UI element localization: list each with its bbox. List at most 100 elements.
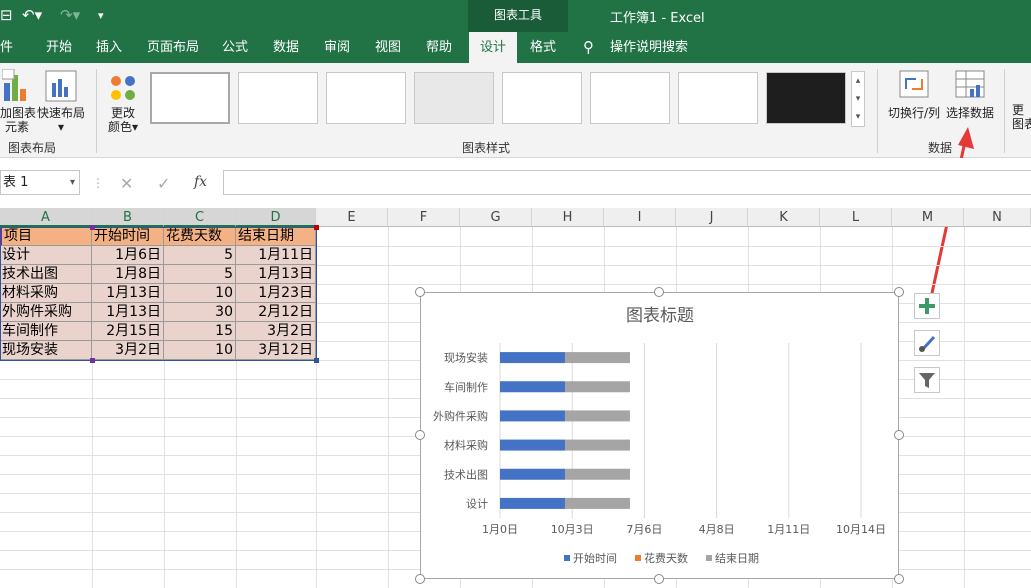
tab-page-layout[interactable]: 页面布局 (147, 32, 199, 63)
table-cell[interactable]: 1月13日 (236, 265, 316, 284)
tab-formulas[interactable]: 公式 (222, 32, 248, 63)
tab-help[interactable]: 帮助 (426, 32, 452, 63)
resize-handle[interactable] (415, 287, 425, 297)
table-header-cell[interactable]: 花费天数 (164, 227, 236, 246)
table-header-cell[interactable]: 结束日期 (236, 227, 316, 246)
tab-view[interactable]: 视图 (375, 32, 401, 63)
chart-legend[interactable]: 开始时间 花费天数 结束日期 (564, 551, 759, 565)
table-cell[interactable]: 30 (164, 303, 236, 322)
chart-style-3[interactable] (326, 72, 406, 124)
column-header-h[interactable]: H (532, 208, 604, 227)
range-handle[interactable] (314, 358, 319, 363)
chart-style-8[interactable] (766, 72, 846, 124)
tab-home[interactable]: 开始 (46, 32, 72, 63)
chart-filters-button[interactable] (914, 367, 940, 393)
tab-insert[interactable]: 插入 (96, 32, 122, 63)
chart-styles-button[interactable] (914, 330, 940, 356)
column-header-n[interactable]: N (964, 208, 1031, 227)
table-cell[interactable]: 1月13日 (92, 284, 164, 303)
insert-function-icon[interactable]: fx (194, 174, 207, 190)
chart-bar[interactable] (564, 410, 630, 422)
table-cell[interactable]: 1月23日 (236, 284, 316, 303)
table-header-cell[interactable]: 项目 (0, 227, 92, 246)
table-cell[interactable]: 1月8日 (92, 265, 164, 284)
column-header-c[interactable]: C (164, 208, 236, 227)
chart-bar[interactable] (500, 497, 565, 509)
resize-handle[interactable] (415, 574, 425, 584)
table-cell[interactable]: 技术出图 (0, 265, 92, 284)
range-handle[interactable] (90, 225, 95, 230)
undo-icon[interactable]: ↶▾ (22, 6, 42, 24)
chart-bar[interactable] (564, 352, 630, 364)
add-chart-element-button[interactable]: 加图表 元素 (0, 68, 36, 134)
tab-file[interactable]: 件 (0, 32, 13, 63)
tab-data[interactable]: 数据 (273, 32, 299, 63)
table-cell[interactable]: 5 (164, 246, 236, 265)
tab-review[interactable]: 审阅 (324, 32, 350, 63)
chart-title[interactable]: 图表标题 (626, 306, 694, 326)
tell-me-search[interactable]: 操作说明搜索 (610, 32, 688, 63)
chart-style-1[interactable] (150, 72, 230, 124)
chart-style-7[interactable] (678, 72, 758, 124)
column-header-l[interactable]: L (820, 208, 892, 227)
table-cell[interactable]: 10 (164, 284, 236, 303)
chart-bar[interactable] (500, 352, 565, 364)
chart-style-6[interactable] (590, 72, 670, 124)
quick-layout-button[interactable]: 快速布局 ▾ (36, 69, 86, 134)
chart-area[interactable]: 图表标题 设计 技术出图 材料采购 外购件采购 车间制作 现场安装 1月0日 10月3日 7月… (420, 292, 899, 579)
enter-icon[interactable]: ✓ (157, 174, 170, 193)
resize-handle[interactable] (415, 430, 425, 440)
column-header-d[interactable]: D (236, 208, 316, 227)
select-data-button[interactable]: 选择数据 (944, 69, 996, 120)
column-header-f[interactable]: F (388, 208, 460, 227)
name-box-dropdown-icon[interactable]: ▾ (70, 171, 75, 194)
table-cell[interactable]: 现场安装 (0, 341, 92, 360)
column-header-a[interactable]: A (0, 208, 92, 227)
chart-style-4[interactable] (414, 72, 494, 124)
chart-bar[interactable] (500, 410, 565, 422)
chart-bar[interactable] (564, 497, 630, 509)
chart-style-2[interactable] (238, 72, 318, 124)
tab-design[interactable]: 设计 (469, 32, 517, 63)
table-cell[interactable]: 5 (164, 265, 236, 284)
chart-bar[interactable] (500, 468, 565, 480)
styles-scrollbar[interactable]: ▴ ▾ ▾ (851, 71, 865, 127)
table-cell[interactable]: 3月2日 (92, 341, 164, 360)
table-cell[interactable]: 3月12日 (236, 341, 316, 360)
column-header-m[interactable]: M (892, 208, 964, 227)
resize-handle[interactable] (894, 287, 904, 297)
customize-toolbar-icon[interactable]: ▾ (98, 9, 104, 22)
resize-handle[interactable] (654, 574, 664, 584)
table-cell[interactable]: 3月2日 (236, 322, 316, 341)
column-header-k[interactable]: K (748, 208, 820, 227)
column-header-i[interactable]: I (604, 208, 676, 227)
column-header-e[interactable]: E (316, 208, 388, 227)
cancel-icon[interactable]: ✕ (120, 174, 133, 193)
chart-bar[interactable] (564, 381, 630, 393)
table-cell[interactable]: 1月13日 (92, 303, 164, 322)
table-cell[interactable]: 1月11日 (236, 246, 316, 265)
resize-handle[interactable] (894, 574, 904, 584)
switch-row-column-button[interactable]: 切换行/列 (886, 69, 942, 120)
chart-bar[interactable] (500, 439, 565, 451)
column-header-j[interactable]: J (676, 208, 748, 227)
range-handle[interactable] (314, 225, 319, 230)
chart-style-5[interactable] (502, 72, 582, 124)
table-cell[interactable]: 1月6日 (92, 246, 164, 265)
table-header-cell[interactable]: 开始时间 (92, 227, 164, 246)
resize-handle[interactable] (654, 287, 664, 297)
name-box[interactable]: 表 1 ▾ (0, 170, 80, 195)
redo-icon[interactable]: ↷▾ (60, 6, 80, 24)
chart-elements-button[interactable] (914, 293, 940, 319)
save-icon[interactable]: ⊟ (0, 6, 13, 24)
table-cell[interactable]: 10 (164, 341, 236, 360)
table-cell[interactable]: 车间制作 (0, 322, 92, 341)
formula-input[interactable] (223, 170, 1031, 195)
tab-format[interactable]: 格式 (530, 32, 556, 63)
chart-bar[interactable] (564, 468, 630, 480)
chart-bar[interactable] (500, 381, 565, 393)
table-cell[interactable]: 2月12日 (236, 303, 316, 322)
change-chart-type-button[interactable]: 更 图表 (1012, 103, 1031, 131)
table-cell[interactable]: 15 (164, 322, 236, 341)
resize-handle[interactable] (894, 430, 904, 440)
